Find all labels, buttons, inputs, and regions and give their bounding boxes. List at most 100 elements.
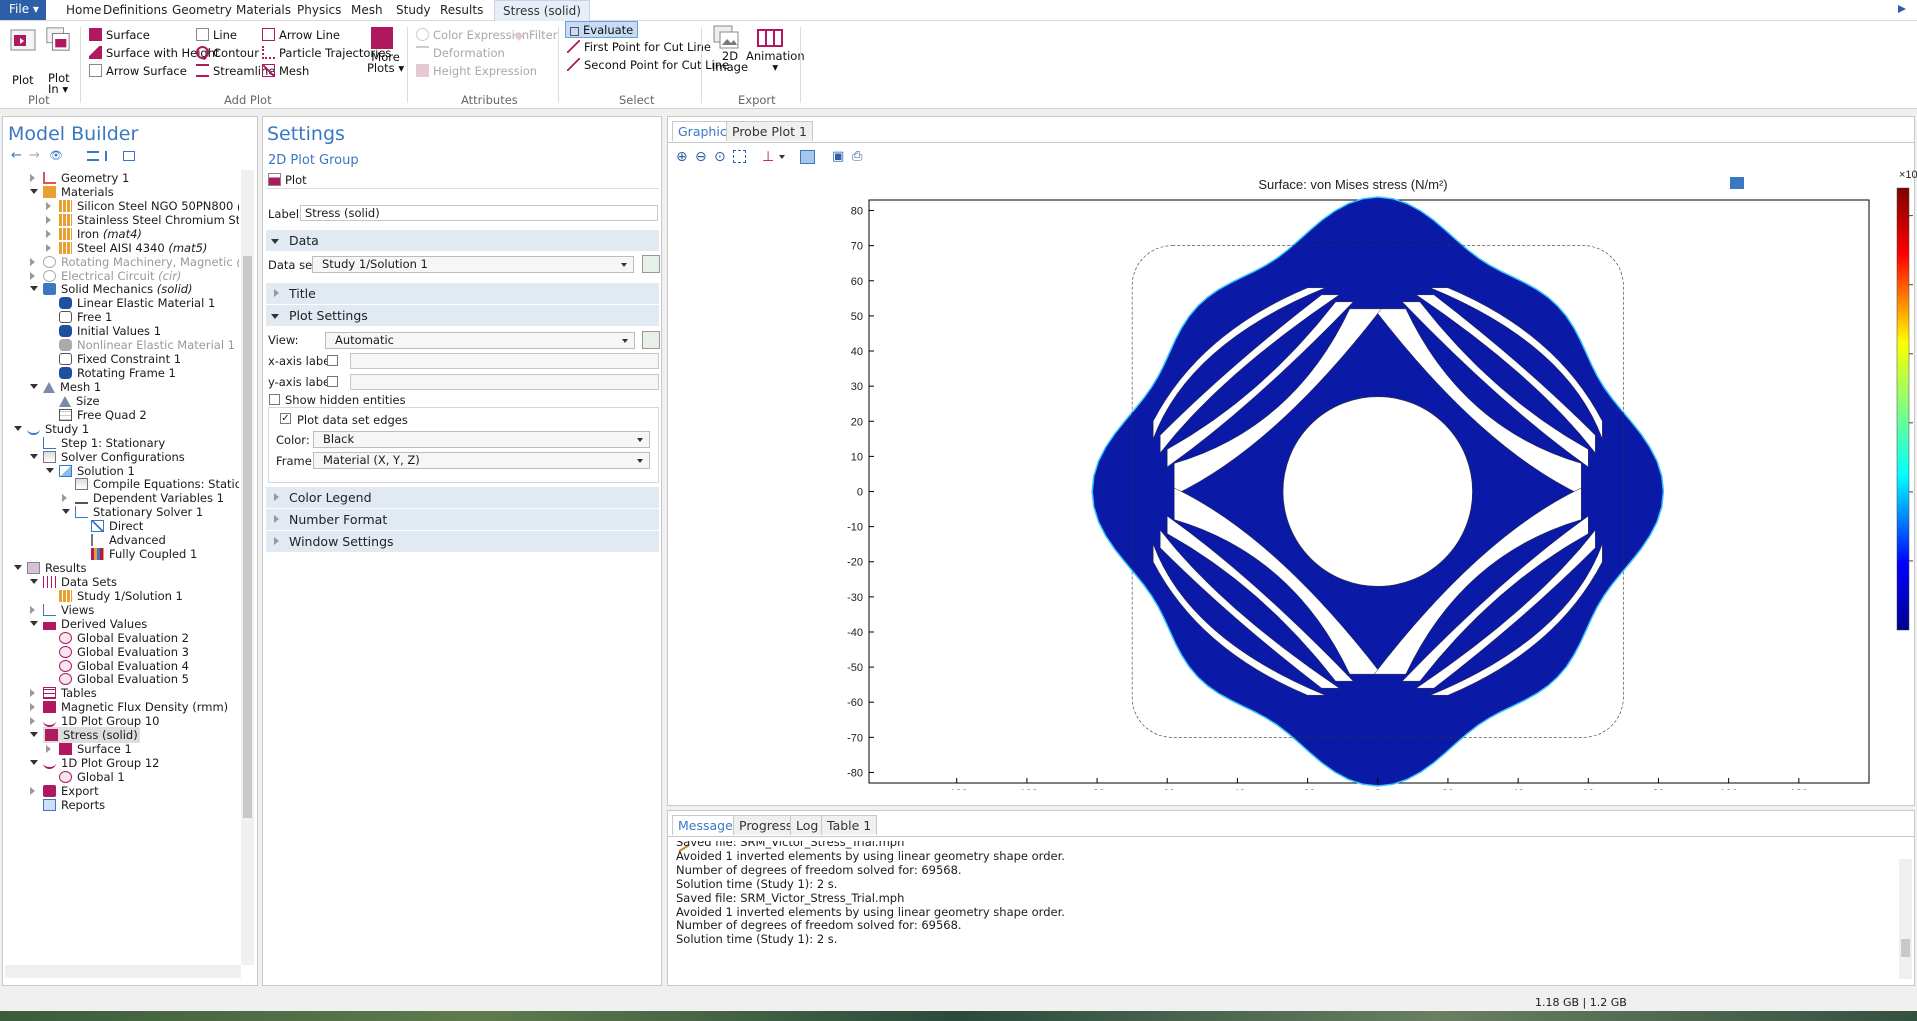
plot-in-button[interactable]: Plot In ▾ <box>48 72 70 95</box>
menu-home[interactable]: Home <box>66 3 101 17</box>
collapse-icon[interactable] <box>14 565 22 574</box>
collapse-icon[interactable] <box>30 620 38 630</box>
section-window-settings[interactable]: Window Settings <box>266 531 659 552</box>
tab-log[interactable]: Log <box>790 815 825 835</box>
deformation-button[interactable]: Deformation <box>416 46 505 60</box>
zoom-out-icon[interactable]: ⊖ <box>695 150 707 164</box>
animation-button[interactable]: Animation ▾ <box>746 50 805 73</box>
section-plot-settings[interactable]: Plot Settings <box>266 305 659 326</box>
menu-results[interactable]: Results <box>440 3 483 17</box>
expand-icon[interactable] <box>46 229 55 238</box>
chevron-down-icon[interactable] <box>779 155 785 162</box>
show-hidden-checkbox[interactable] <box>269 394 280 405</box>
section-number-format[interactable]: Number Format <box>266 509 659 530</box>
plot-button[interactable]: Plot <box>12 73 34 87</box>
messages-scrollbar-thumb[interactable] <box>1901 939 1910 957</box>
second-point-cut-line-button[interactable]: Second Point for Cut Line <box>567 58 729 72</box>
view-select[interactable]: Automatic <box>325 332 635 349</box>
view-goto-icon[interactable] <box>642 331 660 349</box>
zoom-in-icon[interactable]: ⊕ <box>676 150 688 164</box>
menu-materials[interactable]: Materials <box>236 3 291 17</box>
section-color-legend[interactable]: Color Legend <box>266 487 659 508</box>
height-expression-button[interactable]: Height Expression <box>416 64 537 78</box>
y-axis-input[interactable] <box>350 374 659 390</box>
x-axis-input[interactable] <box>350 353 659 369</box>
expand-icon[interactable] <box>30 605 39 614</box>
expand-icon[interactable] <box>30 257 39 266</box>
expand-icon[interactable] <box>30 703 39 712</box>
tab-table[interactable]: Table 1 <box>821 815 878 835</box>
legend-toggle-icon[interactable] <box>1730 177 1744 189</box>
expand-icon[interactable] <box>30 174 39 182</box>
line-button[interactable]: Line <box>196 28 237 42</box>
scene-light-icon[interactable] <box>800 150 815 164</box>
collapse-icon[interactable] <box>30 453 38 463</box>
expand-icon[interactable] <box>46 745 55 754</box>
frame-select[interactable]: Material (X, Y, Z) <box>313 452 650 469</box>
mesh-plot-button[interactable]: Mesh <box>262 64 309 78</box>
menu-physics[interactable]: Physics <box>297 3 341 17</box>
settings-plot-button[interactable]: Plot <box>268 173 307 187</box>
color-select[interactable]: Black <box>313 431 650 448</box>
first-point-cut-line-button[interactable]: First Point for Cut Line <box>567 40 711 54</box>
expand-icon[interactable] <box>46 201 55 210</box>
collapse-icon[interactable] <box>30 578 38 588</box>
tab-probe-plot[interactable]: Probe Plot 1 <box>726 121 813 141</box>
collapse-icon[interactable] <box>30 188 38 198</box>
file-menu[interactable]: File ▾ <box>0 0 46 20</box>
collapse-icon[interactable] <box>30 732 38 741</box>
data-set-select[interactable]: Study 1/Solution 1 <box>312 256 634 273</box>
tree-node[interactable]: Fully Coupled 1 <box>91 546 197 562</box>
help-icon[interactable] <box>1897 4 1907 14</box>
collapse-all-icon[interactable] <box>87 151 99 161</box>
collapse-icon[interactable] <box>14 425 22 435</box>
arrow-line-button[interactable]: Arrow Line <box>262 28 340 42</box>
evaluate-button[interactable]: Evaluate <box>565 21 639 38</box>
collapse-icon[interactable] <box>30 760 38 769</box>
y-axis-checkbox[interactable] <box>327 376 338 387</box>
more-plots-button[interactable]: More Plots ▾ <box>367 51 404 74</box>
image-2d-button[interactable]: 2D Image <box>712 50 748 73</box>
tree-scrollbar[interactable] <box>241 170 254 965</box>
expand-icon[interactable] <box>46 215 55 224</box>
print-icon[interactable]: ⎙ <box>852 150 862 164</box>
tree-view-icon[interactable] <box>123 151 135 161</box>
forward-icon[interactable]: → <box>29 149 40 162</box>
menu-definitions[interactable]: Definitions <box>103 3 167 17</box>
expand-icon[interactable] <box>46 243 55 252</box>
back-icon[interactable]: ← <box>11 149 22 162</box>
stress-plot[interactable]: Surface: von Mises stress (N/m²) -120 -10… <box>819 170 1917 790</box>
tree-scrollbar-thumb[interactable] <box>243 256 252 818</box>
expand-icon[interactable] <box>30 689 39 698</box>
collapse-icon[interactable] <box>30 286 38 295</box>
menu-geometry[interactable]: Geometry <box>172 3 232 17</box>
zoom-box-icon[interactable]: ⊙ <box>714 150 726 164</box>
zoom-extents-icon[interactable] <box>733 150 746 163</box>
tree-node[interactable]: Reports <box>43 797 105 813</box>
label-input[interactable]: Stress (solid) <box>300 205 658 221</box>
contour-button[interactable]: Contour <box>196 46 259 60</box>
show-icon[interactable]: 👁 <box>49 150 63 161</box>
tab-stress-solid[interactable]: Stress (solid) <box>494 0 590 21</box>
data-set-goto-icon[interactable] <box>642 255 660 273</box>
filter-button[interactable]: Filter <box>513 28 557 42</box>
expand-icon[interactable] <box>62 494 71 503</box>
expand-icon[interactable] <box>30 271 39 280</box>
camera-icon[interactable]: ▣ <box>832 150 844 164</box>
collapse-icon[interactable] <box>46 467 54 477</box>
collapse-icon[interactable] <box>30 383 38 393</box>
plot-edges-checkbox[interactable]: ✓ <box>280 413 291 424</box>
section-title[interactable]: Title <box>266 283 659 304</box>
arrow-surface-button[interactable]: Arrow Surface <box>89 64 187 78</box>
tree-hscrollbar[interactable] <box>5 965 241 978</box>
tab-progress[interactable]: Progress <box>733 815 799 835</box>
menu-study[interactable]: Study <box>396 3 431 17</box>
menu-mesh[interactable]: Mesh <box>351 3 383 17</box>
x-axis-checkbox[interactable] <box>327 355 338 366</box>
collapse-icon[interactable] <box>62 509 70 518</box>
messages-scrollbar[interactable] <box>1899 859 1912 979</box>
expand-all-icon[interactable] <box>105 151 117 161</box>
section-data[interactable]: Data <box>266 230 659 251</box>
axis-orientation-icon[interactable]: ⊥ <box>762 150 774 164</box>
expand-icon[interactable] <box>30 717 39 726</box>
